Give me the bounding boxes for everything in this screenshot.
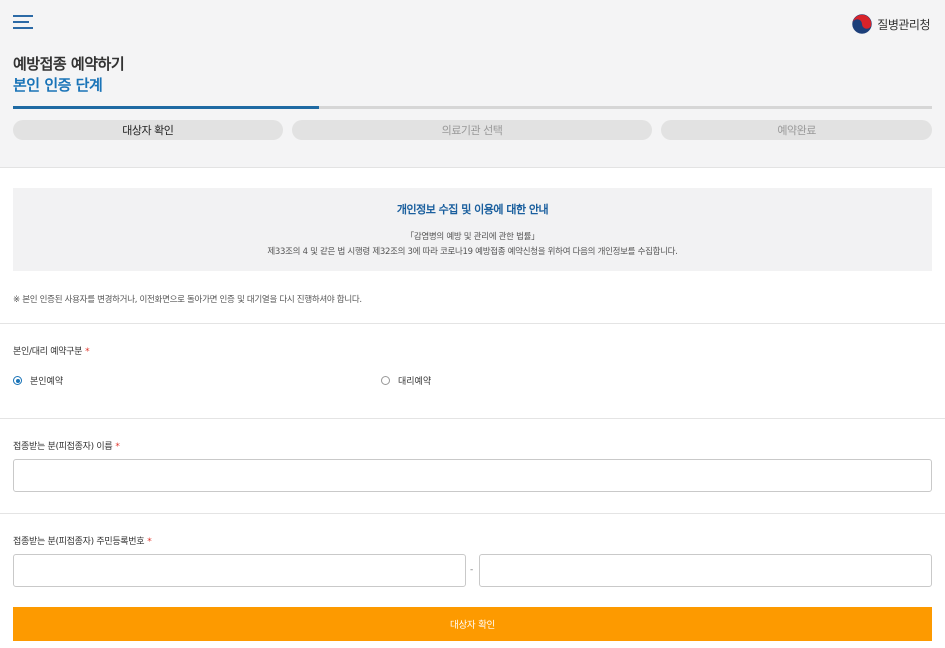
step-indicator: 대상자 확인 의료기관 선택 예약완료	[13, 120, 932, 140]
radio-checked-icon[interactable]	[13, 376, 22, 385]
privacy-notice-box: 개인정보 수집 및 이용에 대한 안내 「감염병의 예방 및 관리에 관한 법률…	[13, 188, 932, 271]
radio-proxy-label: 대리예약	[398, 377, 432, 387]
name-field-label-text: 접종받는 분(피접종자) 이름	[13, 442, 113, 452]
rrn-field-label: 접종받는 분(피접종자) 주민등록번호 *	[13, 534, 152, 547]
rrn-separator: -	[470, 565, 474, 575]
radio-self-reservation[interactable]: 본인예약	[13, 374, 63, 387]
confirm-target-button[interactable]: 대상자 확인	[13, 607, 932, 641]
divider	[0, 323, 945, 324]
progress-bar	[13, 106, 932, 109]
radio-self-label: 본인예약	[30, 377, 64, 387]
privacy-notice-text: 제33조의 4 및 같은 법 시행령 제32조의 3에 따라 코로나19 예방접…	[267, 247, 678, 257]
logo-text: 질병관리청	[877, 17, 930, 32]
divider	[0, 418, 945, 419]
required-mark: *	[85, 347, 90, 357]
progress-fill	[13, 106, 320, 109]
caution-text: ※ 본인 인증된 사용자를 변경하거나, 이전화면으로 돌아가면 인증 및 대기…	[13, 295, 362, 305]
step-reservation-complete: 예약완료	[661, 120, 932, 140]
hamburger-menu-icon[interactable]	[13, 13, 35, 31]
rrn-back-input[interactable]	[479, 554, 932, 587]
radio-unchecked-icon[interactable]	[381, 376, 390, 385]
privacy-notice-law: 「감염병의 예방 및 관리에 관한 법률」	[405, 232, 540, 242]
step-select-hospital: 의료기관 선택	[291, 120, 653, 140]
required-mark: *	[147, 537, 152, 547]
name-input[interactable]	[13, 459, 932, 492]
page-subtitle: 본인 인증 단계	[13, 76, 103, 94]
required-mark: *	[115, 442, 120, 452]
reservation-type-label: 본인/대리 예약구분 *	[13, 344, 90, 357]
page-title: 예방접종 예약하기	[13, 55, 125, 73]
name-field-label: 접종받는 분(피접종자) 이름 *	[13, 439, 120, 452]
kdca-logo[interactable]: 질병관리청	[852, 13, 930, 35]
taegeuk-emblem-icon	[852, 14, 873, 34]
rrn-field-label-text: 접종받는 분(피접종자) 주민등록번호	[13, 537, 145, 547]
reservation-type-label-text: 본인/대리 예약구분	[13, 347, 83, 357]
header-area: 질병관리청 예방접종 예약하기 본인 인증 단계 대상자 확인 의료기관 선택 …	[0, 0, 945, 168]
rrn-front-input[interactable]	[13, 554, 466, 587]
divider	[0, 513, 945, 514]
radio-proxy-reservation[interactable]: 대리예약	[381, 374, 431, 387]
privacy-notice-title: 개인정보 수집 및 이용에 대한 안내	[396, 203, 549, 216]
step-target-confirm: 대상자 확인	[13, 120, 283, 140]
